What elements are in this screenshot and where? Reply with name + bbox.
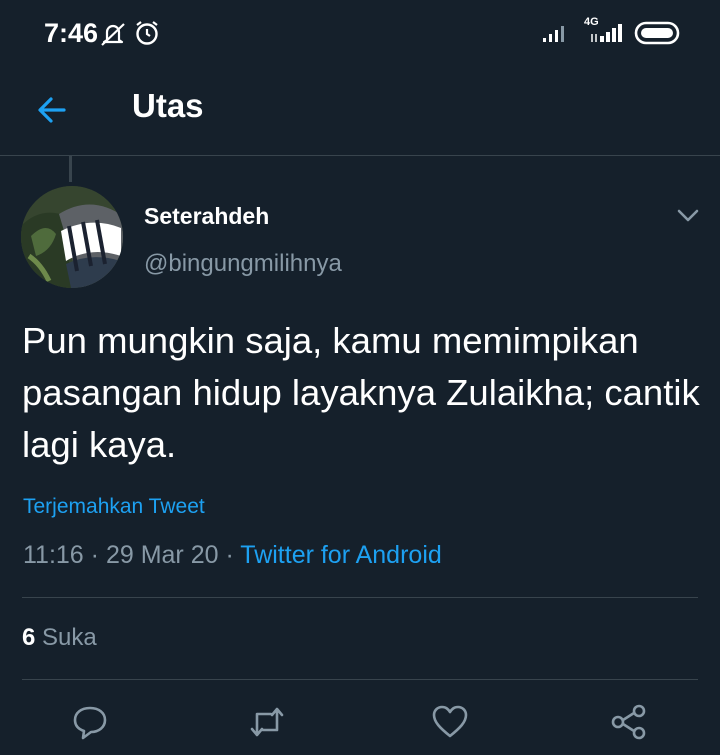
share-icon[interactable] bbox=[609, 702, 649, 742]
tweet-client-link[interactable]: Twitter for Android bbox=[240, 541, 441, 569]
thread-line bbox=[69, 156, 72, 182]
likes-count: 6 bbox=[22, 624, 36, 651]
meta-separator: · bbox=[225, 541, 234, 569]
status-bar: 7:46 4G bbox=[0, 0, 720, 70]
battery-icon bbox=[634, 21, 680, 45]
avatar[interactable] bbox=[21, 186, 123, 288]
like-icon[interactable] bbox=[430, 702, 470, 742]
tweet-time: 11:16 bbox=[23, 541, 84, 569]
display-name[interactable]: Seterahdeh bbox=[144, 203, 269, 230]
page-title: Utas bbox=[132, 87, 204, 124]
alarm-clock-icon bbox=[136, 21, 158, 45]
signal-icon bbox=[543, 26, 564, 42]
arrow-left-icon[interactable] bbox=[34, 92, 70, 128]
header: Utas bbox=[0, 70, 720, 156]
signal-4g-icon bbox=[591, 24, 622, 42]
alarm-off-icon bbox=[101, 23, 125, 46]
meta-separator: · bbox=[90, 541, 99, 569]
status-time: 7:46 bbox=[44, 18, 99, 48]
likes-stat[interactable]: 6 Suka bbox=[22, 624, 97, 652]
translate-tweet-link[interactable]: Terjemahkan Tweet bbox=[23, 495, 205, 519]
divider bbox=[22, 679, 698, 680]
likes-label: Suka bbox=[42, 624, 97, 651]
tweet-meta: 11:16 · 29 Mar 20 · Twitter for Android bbox=[23, 541, 442, 570]
user-handle[interactable]: @bingungmilihnya bbox=[144, 250, 342, 278]
reply-icon[interactable] bbox=[70, 702, 110, 742]
tweet-text: Pun mungkin saja, kamu memimpikan pasang… bbox=[22, 320, 700, 465]
divider bbox=[22, 597, 698, 598]
tweet-date: 29 Mar 20 bbox=[105, 541, 219, 569]
retweet-icon[interactable] bbox=[247, 702, 287, 742]
chevron-down-icon[interactable] bbox=[674, 204, 702, 226]
avatar-image bbox=[21, 186, 123, 288]
